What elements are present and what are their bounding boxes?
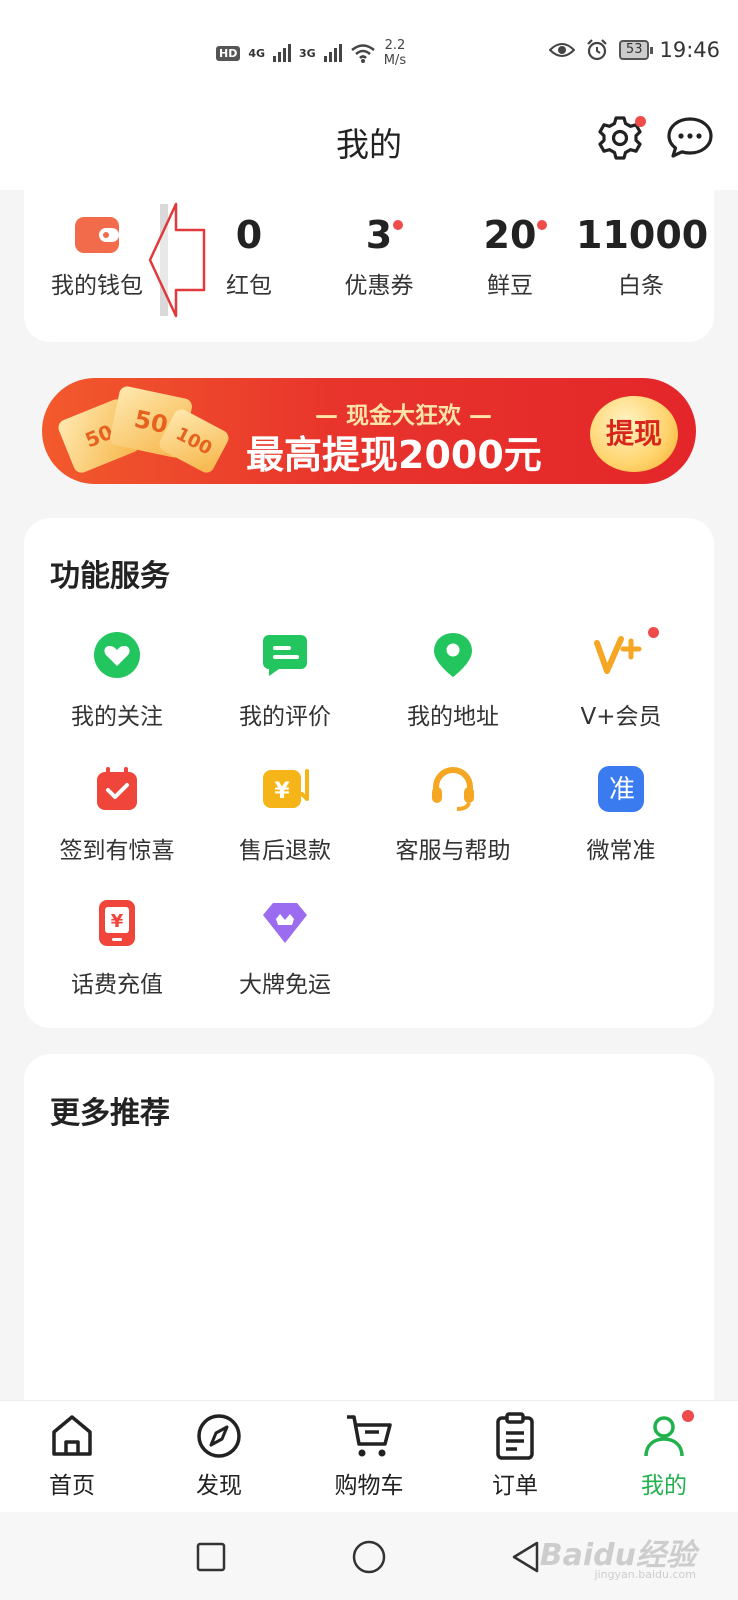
alarm-icon <box>587 39 607 61</box>
service-refund[interactable]: ¥ 售后退款 <box>200 765 370 865</box>
asset-label: 红包 <box>226 273 272 299</box>
battery-indicator: 53 <box>618 40 653 60</box>
calendar-check-icon <box>97 767 137 810</box>
weichangzhun-glyph: 准 <box>609 775 635 805</box>
asset-label: 优惠券 <box>344 273 414 299</box>
recommendations-title: 更多推荐 <box>50 1096 170 1131</box>
comment-icon <box>263 635 307 676</box>
asset-value: 20 <box>484 210 548 260</box>
services-title: 功能服务 <box>50 559 170 594</box>
weichangzhun-icon: 准 <box>598 766 644 812</box>
circle-icon <box>352 1540 386 1574</box>
asset-label: 鲜豆 <box>487 273 533 299</box>
status-right: 53 19:46 <box>548 38 720 62</box>
location-pin-icon <box>434 633 472 677</box>
recharge-glyph: ¥ <box>111 911 124 932</box>
red-packet-entry[interactable]: 0 红包 <box>184 210 314 300</box>
service-phone-recharge[interactable]: ¥ 话费充值 <box>32 899 202 999</box>
service-label: 我的评价 <box>239 704 331 730</box>
network-speed: 2.2 M/s <box>383 38 407 68</box>
home-nav-button[interactable] <box>352 1540 386 1578</box>
coupon-badge <box>393 220 404 230</box>
signal-bars-icon <box>273 44 292 62</box>
chat-bubble-icon <box>667 117 713 158</box>
tab-label: 我的 <box>641 1473 687 1499</box>
fresh-bean-badge <box>537 220 548 230</box>
asset-value: 11000 <box>576 213 709 257</box>
service-customer-support[interactable]: 客服与帮助 <box>368 765 538 865</box>
wallet-icon <box>75 217 119 253</box>
wifi-icon <box>350 44 375 63</box>
service-label: 签到有惊喜 <box>59 838 175 864</box>
tab-label: 购物车 <box>334 1473 404 1499</box>
asset-label: 白条 <box>618 273 664 299</box>
service-vplus[interactable]: V+会员 <box>536 627 706 731</box>
wallet-label: 我的钱包 <box>51 273 143 299</box>
coupon-entry[interactable]: 3 优惠券 <box>314 210 444 300</box>
status-left: HD 4G 3G 2.2 M/s <box>216 38 406 68</box>
settings-badge <box>635 116 646 127</box>
crown-gem-icon <box>263 903 307 943</box>
square-icon <box>196 1542 226 1572</box>
service-reviews[interactable]: 我的评价 <box>200 631 370 731</box>
profile-icon <box>644 1416 684 1457</box>
cart-icon <box>347 1415 392 1457</box>
heart-icon <box>94 632 140 678</box>
watermark-url: jingyan.baidu.com <box>594 1568 696 1581</box>
tab-discover[interactable]: 发现 <box>164 1412 274 1500</box>
service-label: 微常准 <box>586 838 656 864</box>
service-label: 大牌免运 <box>239 972 331 998</box>
tab-orders[interactable]: 订单 <box>460 1412 570 1500</box>
back-nav-button[interactable] <box>510 1540 540 1578</box>
service-label: 我的关注 <box>71 704 163 730</box>
svg-text:¥: ¥ <box>274 779 290 804</box>
phone-recharge-icon: ¥ <box>99 900 135 946</box>
service-free-shipping[interactable]: 大牌免运 <box>200 899 370 999</box>
vplus-badge <box>648 627 659 638</box>
messages-button[interactable] <box>666 114 714 162</box>
signal-3g-label: 3G <box>299 46 316 60</box>
baitiao-entry[interactable]: 11000 白条 <box>576 210 709 300</box>
signal-4g-label: 4G <box>248 46 266 60</box>
service-follow[interactable]: 我的关注 <box>32 631 202 731</box>
tab-cart[interactable]: 购物车 <box>314 1412 424 1500</box>
vplus-icon <box>594 636 642 674</box>
settings-button[interactable] <box>596 114 646 162</box>
home-icon <box>52 1415 92 1456</box>
order-list-icon <box>496 1412 534 1460</box>
clock: 19:46 <box>659 38 720 62</box>
service-weichangzhun[interactable]: 准 微常准 <box>536 765 706 865</box>
tab-label: 发现 <box>196 1473 242 1499</box>
tab-label: 首页 <box>49 1473 95 1499</box>
compass-icon <box>197 1414 241 1458</box>
tab-label: 订单 <box>492 1473 538 1499</box>
service-label: V+会员 <box>580 704 662 730</box>
headset-icon <box>432 767 474 811</box>
withdraw-button[interactable]: 提现 <box>590 396 678 472</box>
hd-indicator: HD <box>216 45 241 61</box>
eye-icon <box>548 43 575 57</box>
service-address[interactable]: 我的地址 <box>368 631 538 731</box>
service-label: 话费充值 <box>71 972 163 998</box>
service-label: 客服与帮助 <box>395 838 511 864</box>
fresh-bean-entry[interactable]: 20 鲜豆 <box>445 210 575 300</box>
recents-button[interactable] <box>196 1542 226 1576</box>
profile-badge <box>682 1410 694 1422</box>
back-triangle-icon <box>512 1541 539 1573</box>
signal-bars-icon <box>323 44 342 62</box>
service-label: 售后退款 <box>239 838 331 864</box>
service-label: 我的地址 <box>407 704 499 730</box>
asset-value: 0 <box>235 213 263 257</box>
tab-profile[interactable]: 我的 <box>609 1410 719 1500</box>
wallet-entry[interactable]: 我的钱包 <box>32 210 162 300</box>
service-checkin[interactable]: 签到有惊喜 <box>32 765 202 865</box>
refund-icon: ¥ <box>263 769 309 808</box>
asset-value: 3 <box>366 210 404 260</box>
tab-home[interactable]: 首页 <box>17 1412 127 1500</box>
banner-headline: 最高提现2000元 <box>246 433 542 477</box>
